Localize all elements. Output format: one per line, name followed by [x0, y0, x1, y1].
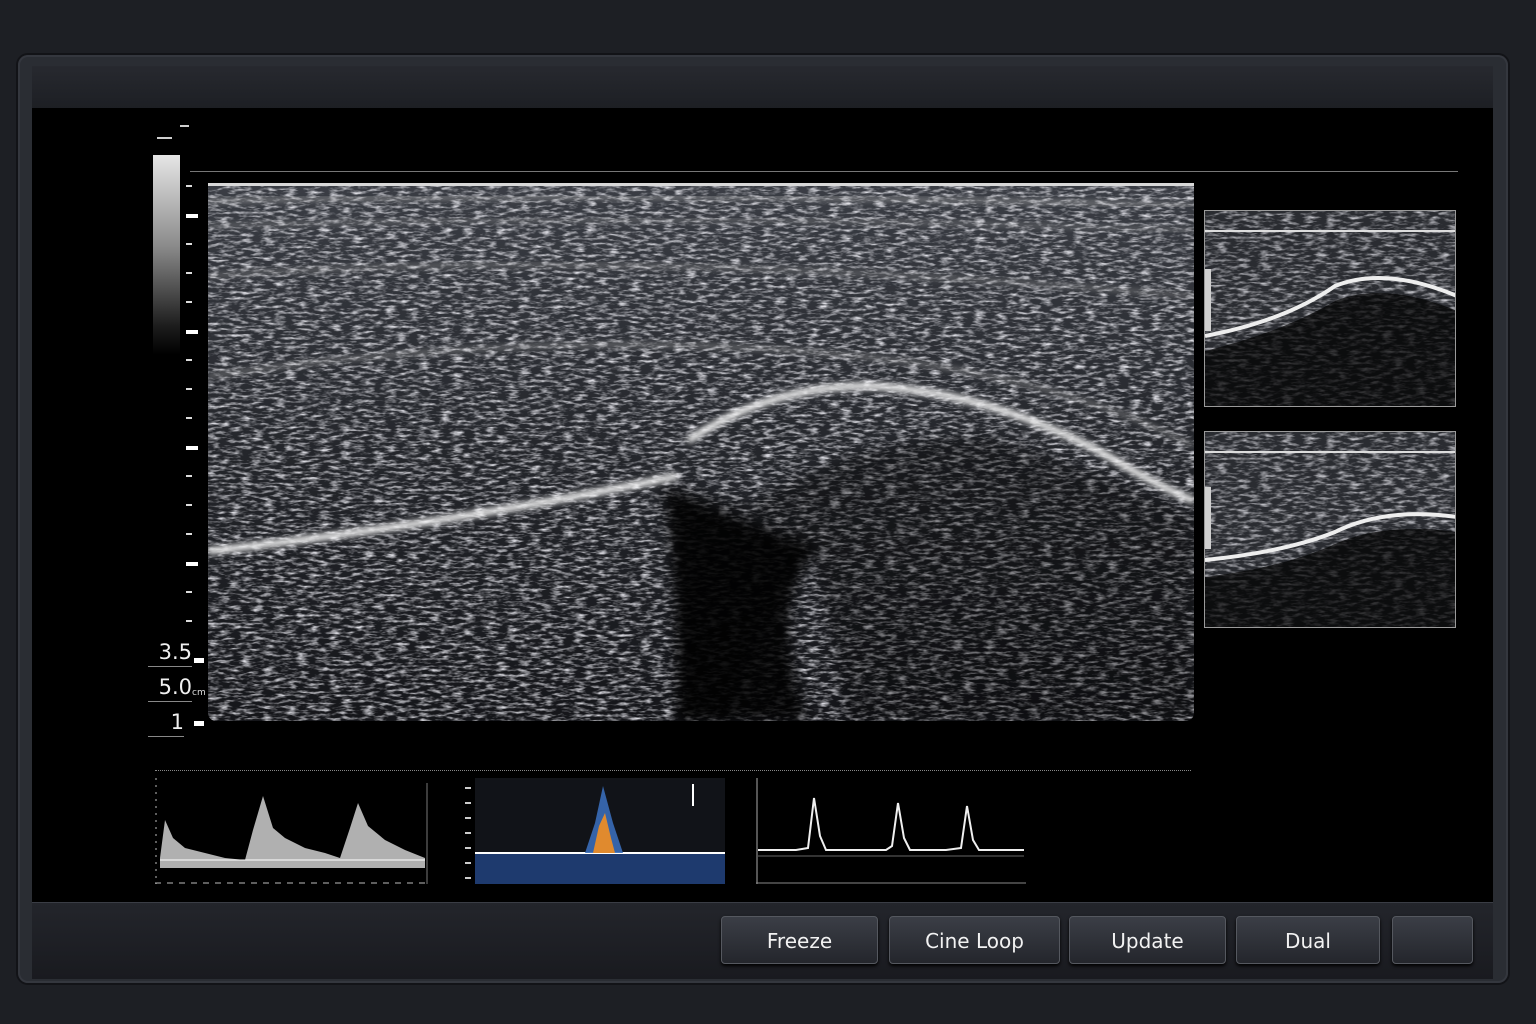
param-unit: cm	[192, 688, 206, 698]
param-value-1: 3.5	[148, 640, 192, 667]
grayscale-top-marker	[157, 137, 172, 139]
depth-tick-minor	[186, 243, 192, 245]
cine-loop-button[interactable]: Cine Loop	[889, 916, 1060, 964]
update-button[interactable]: Update	[1069, 916, 1226, 964]
top-toolbar	[32, 66, 1493, 109]
depth-tick-minor	[186, 301, 192, 303]
depth-tick-minor	[186, 620, 192, 622]
depth-tick-minor	[186, 504, 192, 506]
depth-tick-major	[186, 562, 198, 566]
depth-tick-minor	[186, 533, 192, 535]
freeze-button[interactable]: Freeze	[721, 916, 878, 964]
depth-ruler	[184, 185, 204, 635]
thumbnail-image-1[interactable]	[1204, 210, 1456, 407]
grayscale-top-marker-2	[180, 125, 189, 127]
spectral-trace-1	[155, 778, 429, 884]
spectral-trace-svg	[155, 778, 429, 884]
depth-tick-minor	[186, 388, 192, 390]
ultrasound-scan-svg	[208, 186, 1194, 721]
depth-tick-minor	[186, 272, 192, 274]
depth-tick-minor	[186, 185, 192, 187]
depth-tick-minor	[186, 591, 192, 593]
depth-tick-minor	[186, 417, 192, 419]
color-doppler-svg	[465, 778, 725, 884]
waveform-trace	[756, 778, 1026, 884]
depth-tick-major	[186, 446, 198, 450]
grayscale-bar	[153, 155, 180, 355]
param-value-3: 1	[148, 710, 184, 737]
waveform-svg	[756, 778, 1026, 884]
param-value-2: 5.0	[148, 675, 192, 702]
depth-tick-minor	[186, 475, 192, 477]
param-marker-3	[194, 721, 204, 726]
color-doppler-trace	[465, 778, 725, 884]
param-marker-1	[194, 658, 204, 663]
blank-button[interactable]	[1392, 916, 1473, 964]
thumbnail-scan-2	[1205, 432, 1455, 627]
depth-tick-minor	[186, 359, 192, 361]
image-top-line	[190, 171, 1458, 172]
dotted-separator	[155, 770, 1191, 771]
thumbnail-scan-1	[1205, 211, 1455, 406]
depth-tick-major	[186, 214, 198, 218]
depth-tick-major	[186, 330, 198, 334]
dual-button[interactable]: Dual	[1236, 916, 1380, 964]
main-ultrasound-image[interactable]	[208, 183, 1194, 721]
thumbnail-image-2[interactable]	[1204, 431, 1456, 628]
